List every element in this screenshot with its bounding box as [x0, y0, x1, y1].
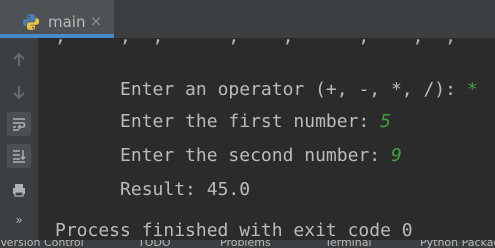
user-input: 9	[390, 145, 402, 166]
down-arrow-icon[interactable]	[7, 80, 31, 104]
result-text: Result: 45.0	[120, 179, 251, 200]
console-partial-line: , , , , , , , ,	[55, 38, 456, 48]
version-control-tab[interactable]: Version Control	[0, 240, 84, 248]
rerun-up-icon[interactable]	[7, 48, 31, 72]
run-tab-bar: main ×	[0, 0, 495, 38]
console-exit-line: Process finished with exit code 0	[55, 220, 413, 241]
print-icon[interactable]	[7, 178, 31, 202]
user-input: *	[466, 79, 478, 100]
scroll-to-end-icon[interactable]	[7, 144, 31, 168]
run-tool-window: main × » Enter an operator (+, -, *, /):…	[0, 0, 495, 248]
console-toolbar: »	[0, 38, 39, 248]
problems-tab[interactable]: Problems	[220, 240, 271, 248]
python-file-icon	[23, 14, 39, 30]
more-icon[interactable]: »	[7, 208, 31, 232]
close-tab-icon[interactable]: ×	[89, 13, 103, 29]
python-packages-tab[interactable]: Python Packages	[420, 240, 495, 248]
todo-tab[interactable]: TODO	[138, 240, 171, 248]
soft-wrap-icon[interactable]	[7, 112, 31, 136]
console-output[interactable]: , , , , , , , , Enter an operator (+, -,…	[39, 38, 495, 248]
tab-main[interactable]: main ×	[0, 0, 114, 34]
console-line-result: Result: 45.0	[55, 157, 250, 223]
terminal-tab[interactable]: Terminal	[325, 240, 372, 248]
tab-label: main	[48, 13, 86, 31]
bottom-tool-bar: Version Control TODO Problems Terminal P…	[0, 240, 495, 248]
